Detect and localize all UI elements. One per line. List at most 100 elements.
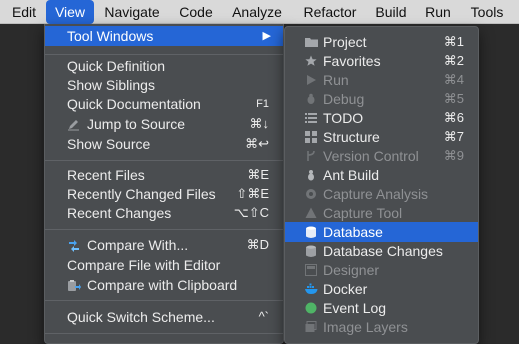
clipboard-compare-icon — [67, 279, 81, 291]
menu-item-label: Run — [323, 72, 349, 88]
play-icon — [305, 74, 317, 86]
menu-item-shortcut: ⌘E — [247, 167, 269, 182]
menu-item-label: Docker — [323, 281, 368, 297]
folder-icon — [305, 36, 318, 48]
menu-item-label: Designer — [323, 262, 380, 278]
menu-item-label: TODO — [323, 110, 364, 126]
view-menu: Tool Windows ▶ Quick Definition Show Sib… — [44, 24, 284, 344]
tool-window-event-log[interactable]: Event Log — [285, 298, 478, 318]
menu-item-show-source[interactable]: Show Source ⌘↩ — [45, 134, 283, 154]
menu-item-label: Project — [323, 34, 367, 50]
menu-item-label: Quick Definition — [67, 58, 166, 74]
menu-item-shortcut: ⇧⌘E — [236, 186, 269, 201]
menu-item-label: Capture Analysis — [323, 186, 429, 202]
database-icon — [305, 226, 317, 238]
menu-item-compare-with-clipboard[interactable]: Compare with Clipboard — [45, 275, 283, 295]
menu-item-jump-to-source[interactable]: Jump to Source ⌘↓ — [45, 114, 283, 134]
menu-item-quick-switch-scheme[interactable]: Quick Switch Scheme... ^` — [45, 307, 283, 327]
tool-window-image-layers: Image Layers — [285, 317, 478, 337]
menu-item-label: Debug — [323, 91, 365, 107]
menu-item-recent-changes[interactable]: Recent Changes ⌥⇧C — [45, 203, 283, 223]
menu-item-compare-file-with-editor[interactable]: Compare File with Editor — [45, 255, 283, 275]
menu-item-label: Favorites — [323, 53, 381, 69]
menu-item-recently-changed-files[interactable]: Recently Changed Files ⇧⌘E — [45, 184, 283, 204]
tool-window-favorites[interactable]: Favorites ⌘2 — [285, 51, 478, 71]
tool-window-todo[interactable]: TODO ⌘6 — [285, 108, 478, 128]
tool-window-debug: Debug ⌘5 — [285, 89, 478, 109]
menu-item-shortcut: ⌘5 — [443, 91, 464, 106]
menu-item-label: Recently Changed Files — [67, 186, 216, 202]
compare-icon — [67, 239, 79, 252]
menubar: Edit View Navigate Code Analyze Refactor… — [0, 0, 519, 24]
menu-item-show-siblings[interactable]: Show Siblings — [45, 75, 283, 95]
menu-item-label: Show Source — [67, 136, 151, 152]
menu-item-recent-files[interactable]: Recent Files ⌘E — [45, 165, 283, 185]
menu-refactor[interactable]: Refactor — [294, 0, 366, 24]
warning-icon — [305, 207, 317, 219]
menu-item-shortcut: ⌘2 — [443, 53, 464, 68]
tool-window-version-control: Version Control ⌘9 — [285, 146, 478, 166]
menu-item-label: Version Control — [323, 148, 419, 164]
menu-item-label: Jump to Source — [87, 116, 186, 132]
menu-item-shortcut: ⌘D — [246, 237, 269, 252]
image-layers-icon — [305, 321, 317, 333]
menu-code[interactable]: Code — [170, 0, 222, 24]
menu-tools[interactable]: Tools — [462, 0, 512, 24]
menu-item-compare-with[interactable]: Compare With... ⌘D — [45, 235, 283, 255]
menu-item-label: Compare File with Editor — [67, 257, 221, 273]
capture-icon — [305, 188, 317, 200]
menu-item-shortcut: F1 — [256, 98, 269, 110]
menu-edit[interactable]: Edit — [4, 0, 44, 24]
menu-run[interactable]: Run — [418, 0, 458, 24]
menu-item-label: Tool Windows — [67, 28, 154, 44]
menu-navigate[interactable]: Navigate — [98, 0, 166, 24]
menu-item-label: Database — [323, 224, 383, 240]
menu-item-tool-windows[interactable]: Tool Windows ▶ — [45, 26, 283, 46]
menu-build[interactable]: Build — [368, 0, 414, 24]
menu-item-shortcut: ⌘9 — [443, 148, 464, 163]
tool-window-database-changes[interactable]: Database Changes — [285, 241, 478, 261]
event-log-icon — [305, 302, 317, 314]
menu-item-label: Event Log — [323, 300, 387, 316]
menu-item-label: Image Layers — [323, 319, 408, 335]
tool-window-designer: Designer — [285, 260, 478, 280]
menu-item-shortcut: ⌘6 — [443, 110, 464, 125]
structure-icon — [305, 131, 317, 143]
menu-item-label: Show Siblings — [67, 77, 155, 93]
menu-item-shortcut: ⌘4 — [443, 72, 464, 87]
tool-window-project[interactable]: Project ⌘1 — [285, 32, 478, 52]
menu-item-label: Ant Build — [323, 167, 380, 183]
tool-window-database[interactable]: Database — [285, 222, 478, 242]
menu-item-shortcut: ⌥⇧C — [233, 205, 269, 220]
tool-window-capture-analysis: Capture Analysis — [285, 184, 478, 204]
menu-item-label: Capture Tool — [323, 205, 403, 221]
tool-windows-submenu: Project ⌘1 Favorites ⌘2 Run ⌘4 Debug ⌘5 … — [284, 26, 479, 344]
menu-analyze[interactable]: Analyze — [224, 0, 290, 24]
branch-icon — [305, 150, 317, 162]
menu-item-label: Quick Switch Scheme... — [67, 309, 215, 325]
tool-window-structure[interactable]: Structure ⌘7 — [285, 127, 478, 147]
menu-item-label: Quick Documentation — [67, 96, 201, 112]
menu-item-shortcut: ⌘↩ — [245, 136, 269, 151]
menu-item-shortcut: ⌘7 — [443, 129, 464, 144]
menu-separator — [45, 333, 283, 334]
menu-view[interactable]: View — [46, 0, 94, 24]
menu-item-quick-definition[interactable]: Quick Definition — [45, 56, 283, 76]
menu-item-shortcut: ⌘1 — [443, 34, 464, 49]
menu-item-label: Database Changes — [323, 243, 443, 259]
database-changes-icon — [305, 245, 317, 257]
menu-separator — [45, 54, 283, 55]
menu-item-shortcut: ^` — [258, 309, 269, 324]
menu-item-quick-documentation[interactable]: Quick Documentation F1 — [45, 94, 283, 114]
menu-item-label: Structure — [323, 129, 380, 145]
tool-window-docker[interactable]: Docker — [285, 279, 478, 299]
tool-window-capture-tool: Capture Tool — [285, 203, 478, 223]
tool-window-run: Run ⌘4 — [285, 70, 478, 90]
tool-window-ant-build[interactable]: Ant Build — [285, 165, 478, 185]
menu-item-label: Recent Changes — [67, 205, 172, 221]
menu-separator — [45, 160, 283, 161]
star-icon — [305, 55, 317, 67]
menu-separator — [45, 229, 283, 230]
ant-icon — [305, 169, 317, 181]
pencil-icon — [67, 118, 79, 131]
